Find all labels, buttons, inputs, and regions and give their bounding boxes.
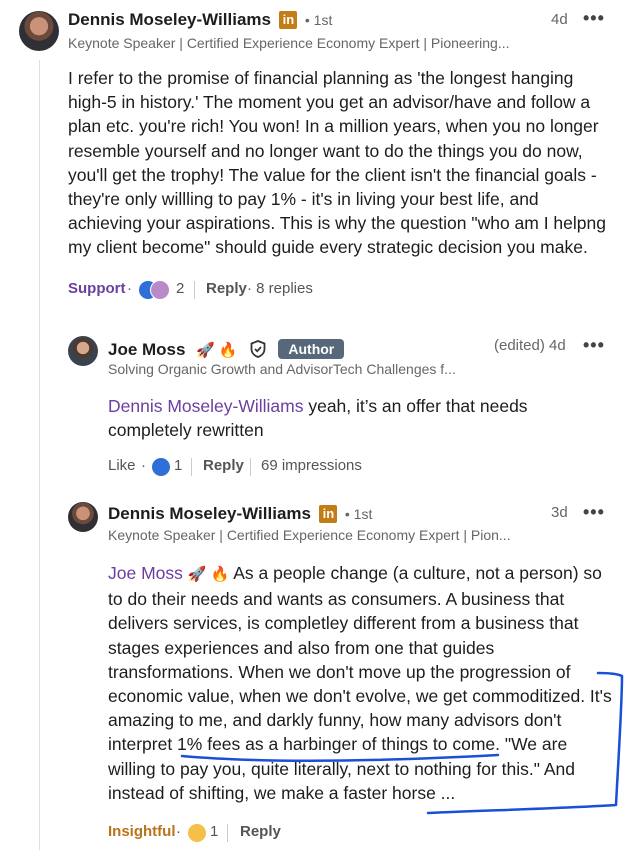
author-name[interactable]: Dennis Moseley-Williams [68,10,271,29]
reply-button[interactable]: Reply [203,457,244,474]
author-name[interactable]: Joe Moss [108,340,185,359]
insightful-reaction-icon[interactable] [187,823,207,843]
reaction-separator-dot: · [141,457,146,474]
mention-link[interactable]: Joe Moss [108,563,183,583]
author-name[interactable]: Dennis Moseley-Williams [108,504,311,523]
avatar[interactable] [19,11,59,51]
author-badge: Author [278,339,345,359]
like-reaction-button[interactable]: Like [108,457,136,474]
divider [191,458,192,476]
more-options-icon[interactable]: ••• [583,335,605,356]
author-headline: Keynote Speaker | Certified Experience E… [108,527,511,543]
handwritten-annotation [180,671,624,815]
support-reaction-button[interactable]: Support [68,280,126,297]
reply-body: Dennis Moseley-Williams yeah, it’s an of… [108,396,528,441]
linkedin-premium-icon: in [319,505,338,523]
reply-author-row: Dennis Moseley-Williams in • 1st [108,504,372,524]
divider [250,458,251,476]
impressions-count: 69 impressions [261,457,362,474]
linkedin-premium-icon: in [279,11,298,29]
divider [194,281,195,299]
comment-time: 3d [551,504,568,521]
avatar[interactable] [68,336,98,366]
reaction-separator-dot: · [176,823,181,840]
insightful-reaction-button[interactable]: Insightful [108,823,176,840]
like-reaction-icon[interactable] [151,457,171,477]
rocket-fire-emoji: 🚀 🔥 [187,566,230,583]
avatar[interactable] [68,502,98,532]
mention-link[interactable]: Dennis Moseley-Williams [108,396,303,416]
divider [227,824,228,842]
reply-button[interactable]: Reply [240,823,281,840]
reaction-count[interactable]: 1 [174,457,182,474]
reply-author-row: Joe Moss 🚀 🔥 Author [108,339,345,363]
comment-body: I refer to the promise of financial plan… [68,68,606,258]
connection-degree: • 1st [344,506,373,522]
support-reaction-icon[interactable] [150,280,170,300]
author-headline: Keynote Speaker | Certified Experience E… [68,35,510,51]
comment-author-row: Dennis Moseley-Williams in • 1st [68,10,332,30]
more-options-icon[interactable]: ••• [583,502,605,523]
comment-time: 4d [551,11,568,28]
rocket-fire-emoji: 🚀 🔥 [195,342,238,359]
connection-degree: • 1st [304,12,333,28]
reaction-count[interactable]: 1 [210,823,218,840]
more-options-icon[interactable]: ••• [583,8,605,29]
comment-time: (edited) 4d [494,337,566,354]
reply-button[interactable]: Reply [206,280,247,297]
replies-count[interactable]: · 8 replies [247,280,313,297]
reaction-count[interactable]: 2 [176,280,184,297]
thread-line [39,60,40,850]
author-headline: Solving Organic Growth and AdvisorTech C… [108,361,456,377]
shield-icon [250,340,266,363]
reaction-separator-dot: · [127,280,132,297]
